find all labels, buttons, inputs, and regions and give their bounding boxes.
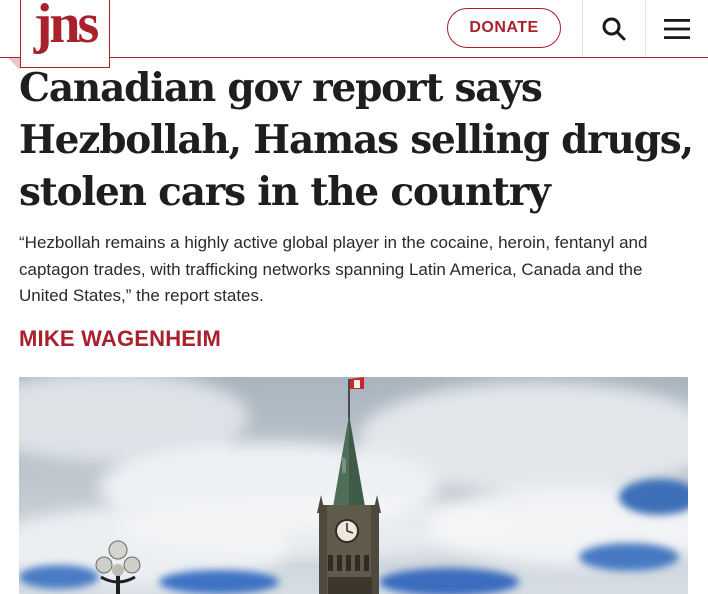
site-logo[interactable]: jns xyxy=(20,0,110,68)
search-button[interactable] xyxy=(583,0,645,57)
hero-photo xyxy=(19,377,688,594)
headline-line: Hezbollah, Hamas selling drugs, xyxy=(19,117,694,163)
logo-ribbon-tail xyxy=(8,58,20,70)
article-headline: Canadian gov report says Hezbollah, Hama… xyxy=(19,62,699,218)
hamburger-menu-icon xyxy=(664,18,690,39)
author-link[interactable]: MIKE WAGENHEIM xyxy=(19,326,221,352)
headline-line: stolen cars in the country xyxy=(19,169,551,215)
donate-button[interactable]: DONATE xyxy=(447,8,561,48)
summary-line: “Hezbollah remains a highly active globa… xyxy=(19,233,648,252)
article-summary: “Hezbollah remains a highly active globa… xyxy=(19,230,691,310)
summary-line: captagon trades, with trafficking networ… xyxy=(19,259,643,279)
summary-line: United States,” the report states. xyxy=(19,286,264,305)
search-icon xyxy=(602,17,626,40)
logo-text: jns xyxy=(33,0,100,55)
article-hero-image xyxy=(19,377,688,594)
menu-button[interactable] xyxy=(646,0,708,57)
headline-line: Canadian gov report says xyxy=(19,65,543,111)
